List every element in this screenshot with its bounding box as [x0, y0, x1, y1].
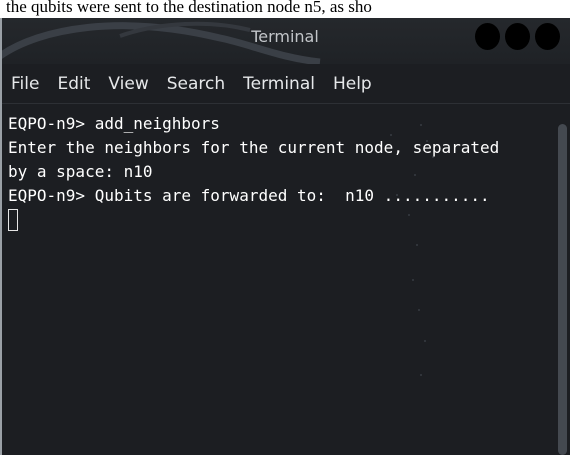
menu-terminal[interactable]: Terminal	[243, 74, 315, 94]
terminal-window: Terminal File Edit View Search Terminal …	[0, 18, 570, 455]
close-button[interactable]	[535, 23, 560, 50]
menu-help[interactable]: Help	[333, 74, 372, 94]
vertical-scrollbar[interactable]	[558, 124, 567, 455]
menu-edit[interactable]: Edit	[57, 74, 90, 94]
menu-search[interactable]: Search	[167, 74, 225, 94]
menu-bar: File Edit View Search Terminal Help	[0, 64, 570, 104]
prompt-line[interactable]	[8, 208, 556, 232]
text-cursor	[8, 209, 18, 231]
maximize-button[interactable]	[505, 23, 530, 50]
document-text-fragment: the qubits were sent to the destination …	[0, 0, 570, 18]
terminal-line: EQPO-n9> Qubits are forwarded to: n10 ..…	[8, 186, 490, 205]
terminal-output[interactable]: EQPO-n9> add_neighbors Enter the neighbo…	[0, 104, 570, 455]
menu-view[interactable]: View	[108, 74, 148, 94]
window-border	[0, 18, 2, 455]
menu-file[interactable]: File	[11, 74, 39, 94]
terminal-line: Enter the neighbors for the current node…	[8, 138, 500, 157]
minimize-button[interactable]	[475, 23, 500, 50]
title-bar[interactable]: Terminal	[0, 18, 570, 64]
terminal-line: by a space: n10	[8, 162, 153, 181]
terminal-line: EQPO-n9> add_neighbors	[8, 114, 220, 133]
